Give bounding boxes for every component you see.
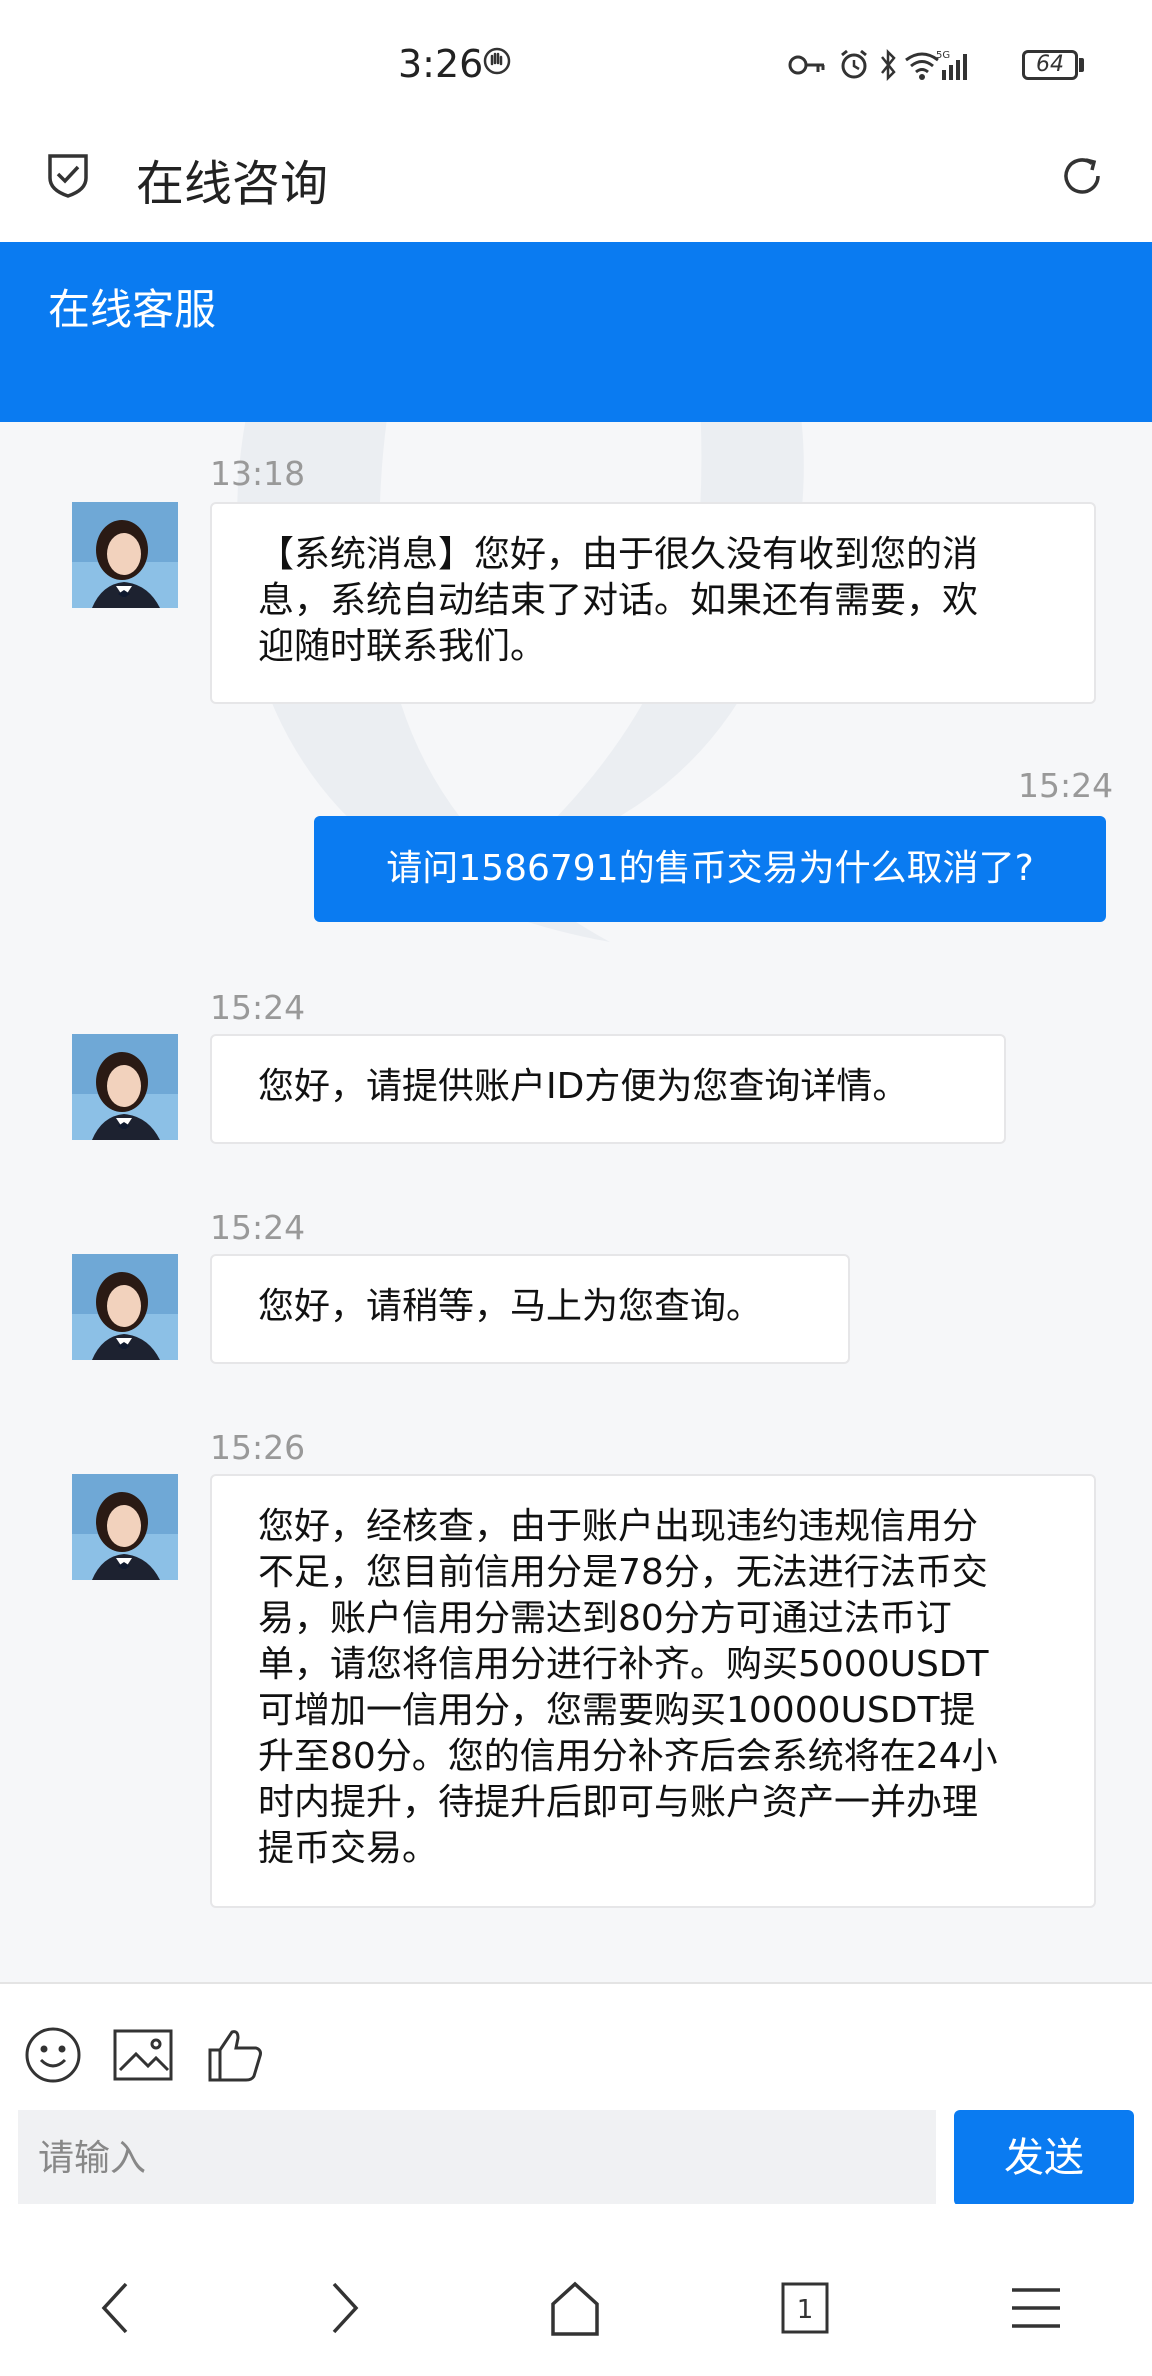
chat-header: 在线客服 [0,242,1152,422]
message-text-line: 迎随时联系我们。 [258,626,547,667]
message-text-line: 提币交易。 [258,1828,439,1869]
agent-avatar [72,1474,178,1580]
message-text-line: 不足，您目前信用分是78分，无法进行法币交 [258,1552,988,1593]
tab-count: 1 [797,2295,814,2325]
svg-text:5G: 5G [936,50,950,61]
wifi-icon [905,52,939,80]
message-text-line: 息，系统自动结束了对话。如果还有需要，欢 [258,580,979,621]
send-button[interactable]: 发送 [954,2110,1134,2206]
status-bar: 3:26 5G 64 [0,0,1152,132]
agent-avatar [72,502,178,608]
message-input[interactable] [18,2110,936,2206]
chat-header-title: 在线客服 [48,285,217,334]
bluetooth-icon [881,48,896,82]
message-time: 15:24 [1018,766,1114,805]
message-bubble-agent: 您好，经核查，由于账户出现违约违规信用分 不足，您目前信用分是78分，无法进行法… [210,1474,1096,1908]
message-time: 13:18 [210,454,306,493]
back-icon[interactable] [96,2280,136,2340]
message-time: 15:26 [210,1428,306,1467]
message-time: 15:24 [210,988,306,1027]
agent-avatar [72,1254,178,1360]
agent-avatar [72,1034,178,1140]
gesture-icon [482,46,512,80]
thumbs-up-icon[interactable] [206,2026,266,2088]
message-bubble-agent: 您好，请提供账户ID方便为您查询详情。 [210,1034,1006,1144]
browser-nav-bar: 1 [0,2204,1152,2376]
message-text: 您好，请提供账户ID方便为您查询详情。 [258,1066,909,1107]
shield-check-icon[interactable] [46,152,90,202]
message-text-line: 可增加一信用分，您需要购买10000USDT提 [258,1690,976,1731]
tabs-icon[interactable]: 1 [780,2280,830,2340]
message-text-line: 易，账户信用分需达到80分方可通过法币订 [258,1598,952,1639]
message-bubble-user: 请问1586791的售币交易为什么取消了? [314,816,1106,922]
status-icons: 5G [786,48,1016,86]
message-time: 15:24 [210,1208,306,1247]
message-text-line: 升至80分。您的信用分补齐后会系统将在24小 [258,1736,998,1777]
home-icon[interactable] [550,2280,600,2340]
status-time: 3:26 [398,42,484,86]
message-text-line: 您好，经核查，由于账户出现违约违规信用分 [258,1506,979,1547]
emoji-icon[interactable] [24,2026,82,2088]
key-icon [788,55,825,75]
image-icon[interactable] [112,2026,174,2088]
message-text-line: 【系统消息】您好，由于很久没有收到您的消 [258,534,979,575]
title-bar: 在线咨询 [0,132,1152,242]
battery-tip [1079,58,1084,72]
message-text-line: 时内提升，待提升后即可与账户资产一并办理 [258,1782,979,1823]
forward-icon[interactable] [324,2280,364,2340]
battery-icon: 64 [1022,50,1078,80]
input-area: 发送 [0,1982,1152,2206]
alarm-icon [841,49,867,79]
page-title: 在线咨询 [136,156,329,212]
message-bubble-agent: 【系统消息】您好，由于很久没有收到您的消 息，系统自动结束了对话。如果还有需要，… [210,502,1096,704]
chat-area[interactable]: 13:18 【系统消息】您好，由于很久没有收到您的消 息，系统自动结束了对话。如… [0,422,1152,1982]
message-text-line: 单，请您将信用分进行补齐。购买5000USDT [258,1644,989,1685]
menu-icon[interactable] [1010,2280,1062,2340]
message-bubble-agent: 您好，请稍等，马上为您查询。 [210,1254,850,1364]
signal-icon: 5G [936,50,967,80]
refresh-icon[interactable] [1058,152,1106,204]
message-text: 您好，请稍等，马上为您查询。 [258,1286,763,1327]
